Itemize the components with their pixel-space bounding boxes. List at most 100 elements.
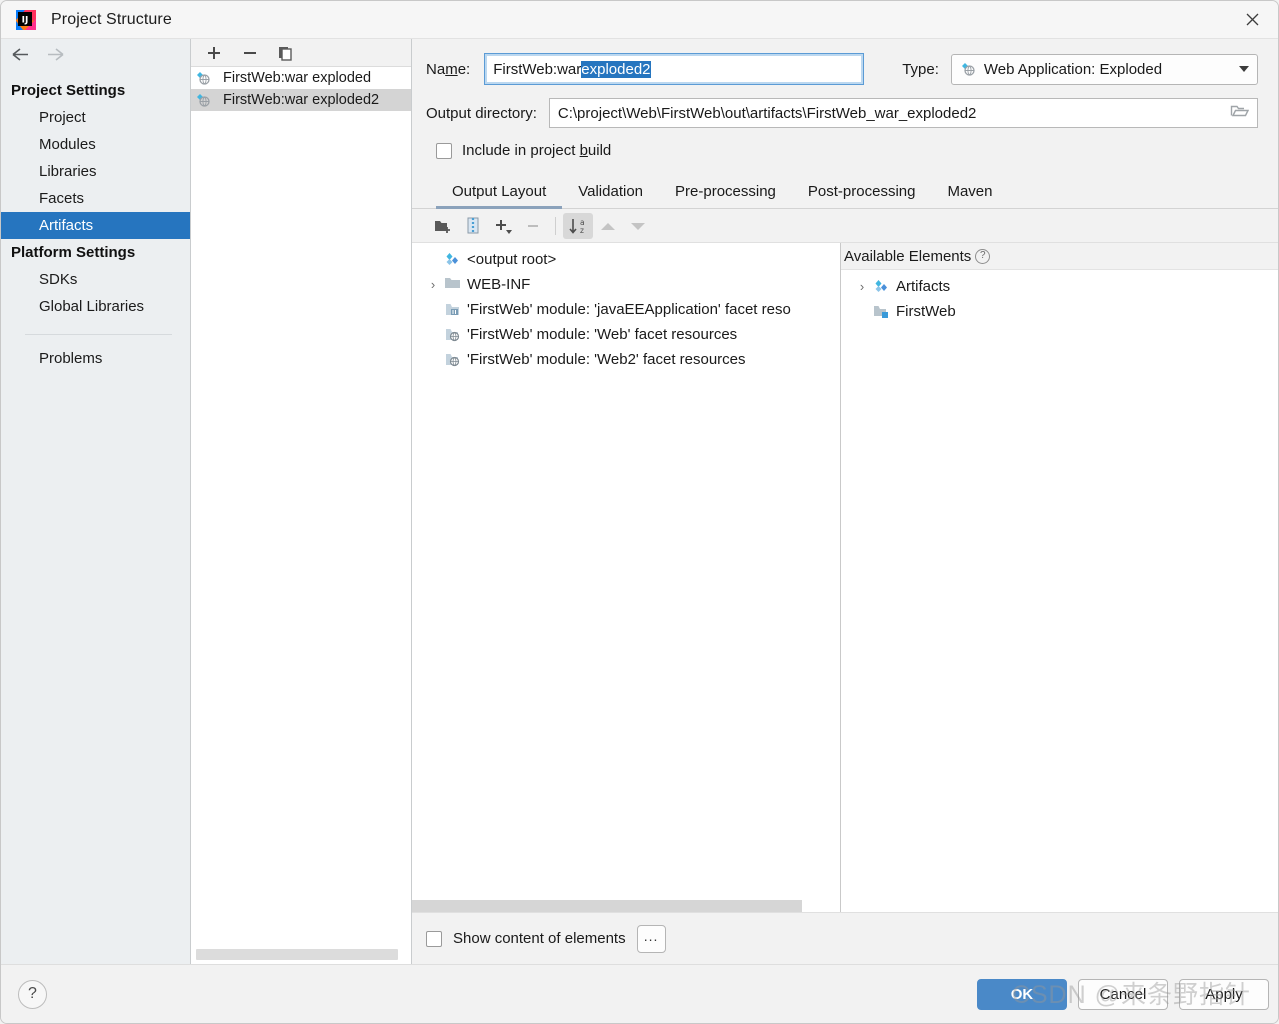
tree-row[interactable]: 'FirstWeb' module: 'Web' facet resources <box>412 322 840 347</box>
artifacts-list-panel: FirstWeb:war exploded FirstWeb:war explo… <box>191 39 412 964</box>
artifacts-list[interactable]: FirstWeb:war exploded FirstWeb:war explo… <box>191 67 411 964</box>
module-icon <box>873 303 890 320</box>
folder-icon <box>444 276 461 293</box>
web-artifact-icon <box>960 61 977 78</box>
web-artifact-icon <box>195 70 212 87</box>
show-content-label: Show content of elements <box>453 930 626 947</box>
move-down-icon[interactable] <box>623 213 653 239</box>
sidebar-item-modules[interactable]: Modules <box>1 131 190 158</box>
tree-node-label: WEB-INF <box>467 276 531 293</box>
artifacts-toolbar <box>191 39 411 67</box>
remove-icon[interactable] <box>518 213 548 239</box>
create-archive-icon[interactable] <box>458 213 488 239</box>
artifacts-horizontal-scrollbar[interactable] <box>196 949 398 960</box>
tab-validation[interactable]: Validation <box>562 183 659 208</box>
output-layout-tree[interactable]: › <output root> <box>412 243 840 912</box>
tree-row[interactable]: › <output root> <box>412 247 840 272</box>
type-dropdown[interactable]: Web Application: Exploded <box>950 53 1258 85</box>
available-elements-header: Available Elements ? <box>841 243 1278 270</box>
show-content-checkbox[interactable] <box>426 930 442 947</box>
tree-node-label: FirstWeb <box>896 303 956 320</box>
toolbar-divider <box>555 216 556 235</box>
web-facet-icon <box>444 351 461 368</box>
tree-node-label: Artifacts <box>896 278 951 295</box>
artifact-name: FirstWeb:war exploded <box>223 70 372 86</box>
name-input[interactable]: FirstWeb:war exploded2 <box>484 53 865 85</box>
more-options-button[interactable]: ... <box>636 924 666 953</box>
add-copy-of-icon[interactable] <box>488 213 518 239</box>
list-item[interactable]: FirstWeb:war exploded2 <box>191 89 411 111</box>
tree-row[interactable]: › FirstWeb <box>841 299 1278 324</box>
layout-bottom-bar: Show content of elements ... <box>412 912 1278 964</box>
artifact-root-icon <box>444 251 461 268</box>
folder-open-icon[interactable] <box>1230 103 1250 123</box>
list-item[interactable]: FirstWeb:war exploded <box>191 67 411 89</box>
name-text-unselected: FirstWeb:war <box>493 60 582 78</box>
tree-node-label: 'FirstWeb' module: 'javaEEApplication' f… <box>467 301 791 318</box>
sidebar-item-sdks[interactable]: SDKs <box>1 266 190 293</box>
tree-row[interactable]: 'FirstWeb' module: 'javaEEApplication' f… <box>412 297 840 322</box>
tree-row[interactable]: 'FirstWeb' module: 'Web2' facet resource… <box>412 347 840 372</box>
minus-icon[interactable] <box>241 44 259 62</box>
output-directory-value: C:\project\Web\FirstWeb\out\artifacts\Fi… <box>557 104 977 122</box>
tab-post-processing[interactable]: Post-processing <box>792 183 932 208</box>
sidebar-list: Project Settings Project Modules Librari… <box>1 73 190 372</box>
include-in-build-checkbox[interactable] <box>436 142 452 159</box>
intellij-idea-logo-icon: IJ <box>13 7 39 33</box>
available-elements-tree[interactable]: › Artifacts › <box>841 270 1278 912</box>
window-title: Project Structure <box>51 10 172 28</box>
dialog-footer: ? OK Cancel Apply <box>1 964 1278 1023</box>
sidebar-item-global-libraries[interactable]: Global Libraries <box>1 293 190 320</box>
sidebar-item-libraries[interactable]: Libraries <box>1 158 190 185</box>
layout-panes: › <output root> <box>412 243 1278 912</box>
sidebar-item-facets[interactable]: Facets <box>1 185 190 212</box>
navigation-arrows <box>1 39 190 73</box>
name-text-selected: exploded2 <box>581 60 651 78</box>
tree-row[interactable]: › Artifacts <box>841 274 1278 299</box>
output-layout-toolbar: a z <box>412 209 1278 243</box>
tab-pre-processing[interactable]: Pre-processing <box>659 183 792 208</box>
output-tree-horizontal-scrollbar[interactable] <box>412 900 802 912</box>
cancel-button[interactable]: Cancel <box>1078 978 1168 1010</box>
apply-button[interactable]: Apply <box>1179 978 1269 1010</box>
tree-node-label: 'FirstWeb' module: 'Web2' facet resource… <box>467 351 746 368</box>
help-icon[interactable]: ? <box>18 979 47 1009</box>
ok-button[interactable]: OK <box>977 978 1067 1010</box>
include-in-build-row[interactable]: Include in project build <box>412 128 1278 159</box>
tree-node-label: 'FirstWeb' module: 'Web' facet resources <box>467 326 738 343</box>
output-directory-input[interactable]: C:\project\Web\FirstWeb\out\artifacts\Fi… <box>548 98 1258 128</box>
help-icon[interactable]: ? <box>975 248 991 264</box>
tab-output-layout[interactable]: Output Layout <box>436 183 563 209</box>
output-directory-row: Output directory: C:\project\Web\FirstWe… <box>412 85 1278 128</box>
chevron-right-icon[interactable]: › <box>422 277 444 292</box>
svg-text:z: z <box>580 226 584 235</box>
chevron-down-icon[interactable] <box>1239 66 1249 72</box>
name-label: Name: <box>426 60 471 78</box>
move-up-icon[interactable] <box>593 213 623 239</box>
sidebar-group-project-settings: Project Settings <box>11 82 126 99</box>
chevron-right-icon[interactable]: › <box>851 279 873 294</box>
type-label: Type: <box>902 60 939 78</box>
tree-node-label: <output root> <box>467 251 557 268</box>
project-structure-dialog: IJ Project Structure Project Settings Pr… <box>0 0 1279 1024</box>
sidebar-divider <box>25 334 172 335</box>
arrow-right-icon[interactable] <box>46 47 65 66</box>
title-bar: IJ Project Structure <box>1 1 1278 39</box>
sidebar-item-problems[interactable]: Problems <box>1 345 190 372</box>
sort-alphabetically-icon[interactable]: a z <box>563 212 593 239</box>
plus-icon[interactable] <box>205 44 223 62</box>
arrow-left-icon[interactable] <box>11 47 30 66</box>
tab-maven[interactable]: Maven <box>931 183 1008 208</box>
sidebar-item-artifacts[interactable]: Artifacts <box>1 212 190 239</box>
web-facet-icon <box>444 326 461 343</box>
artifact-detail-pane: Name: FirstWeb:war exploded2 Type: Web A… <box>412 39 1278 964</box>
type-value: Web Application: Exploded <box>983 60 1163 78</box>
available-elements-panel: Available Elements ? › Artifacts FirstWe… <box>841 243 1278 912</box>
copy-icon[interactable] <box>277 44 295 62</box>
web-artifact-icon <box>195 92 212 109</box>
sidebar-item-project[interactable]: Project <box>1 104 190 131</box>
tree-row[interactable]: › WEB-INF <box>412 272 840 297</box>
create-directory-icon[interactable] <box>428 213 458 239</box>
close-icon[interactable] <box>1226 1 1278 38</box>
include-in-build-label: Include in project build <box>462 142 612 159</box>
